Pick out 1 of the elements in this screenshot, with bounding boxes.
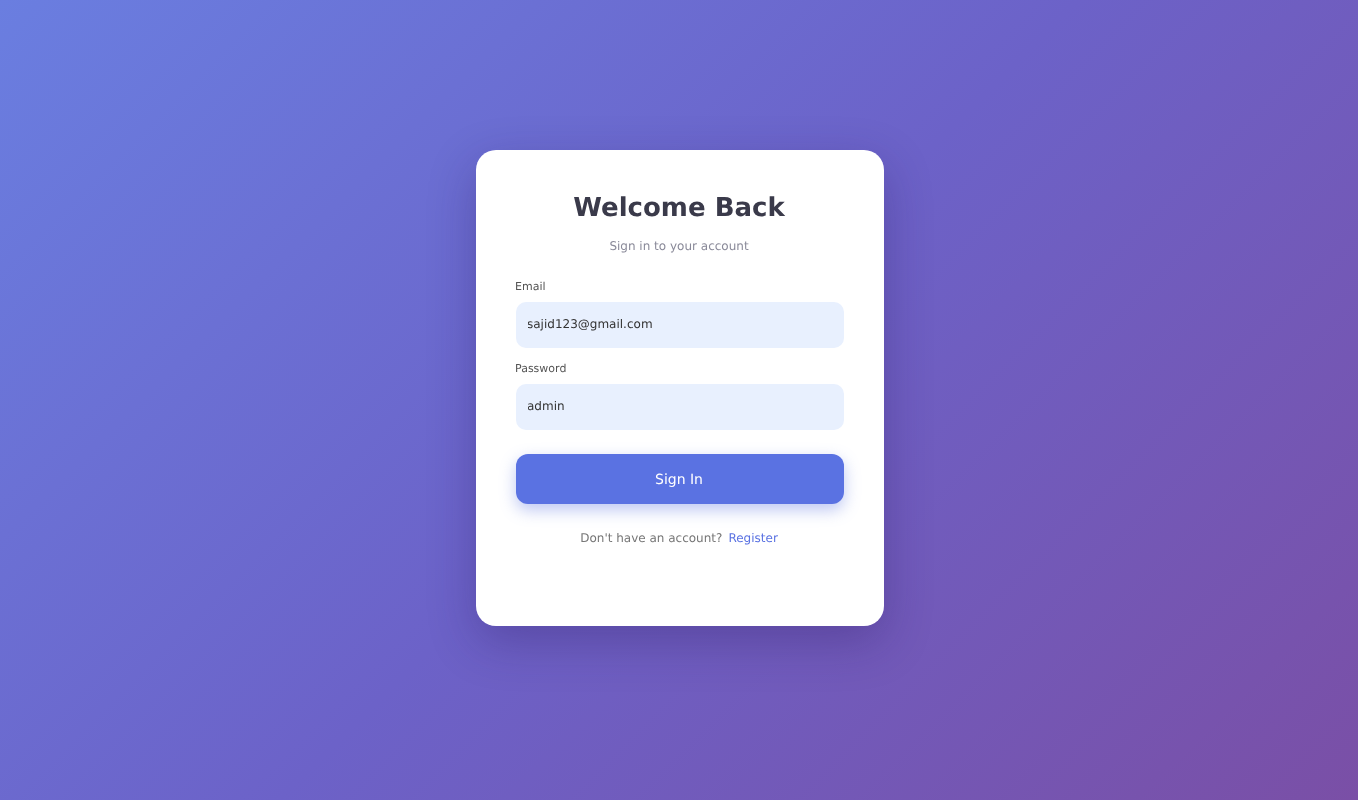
card-title: Welcome Back	[571, 194, 787, 224]
